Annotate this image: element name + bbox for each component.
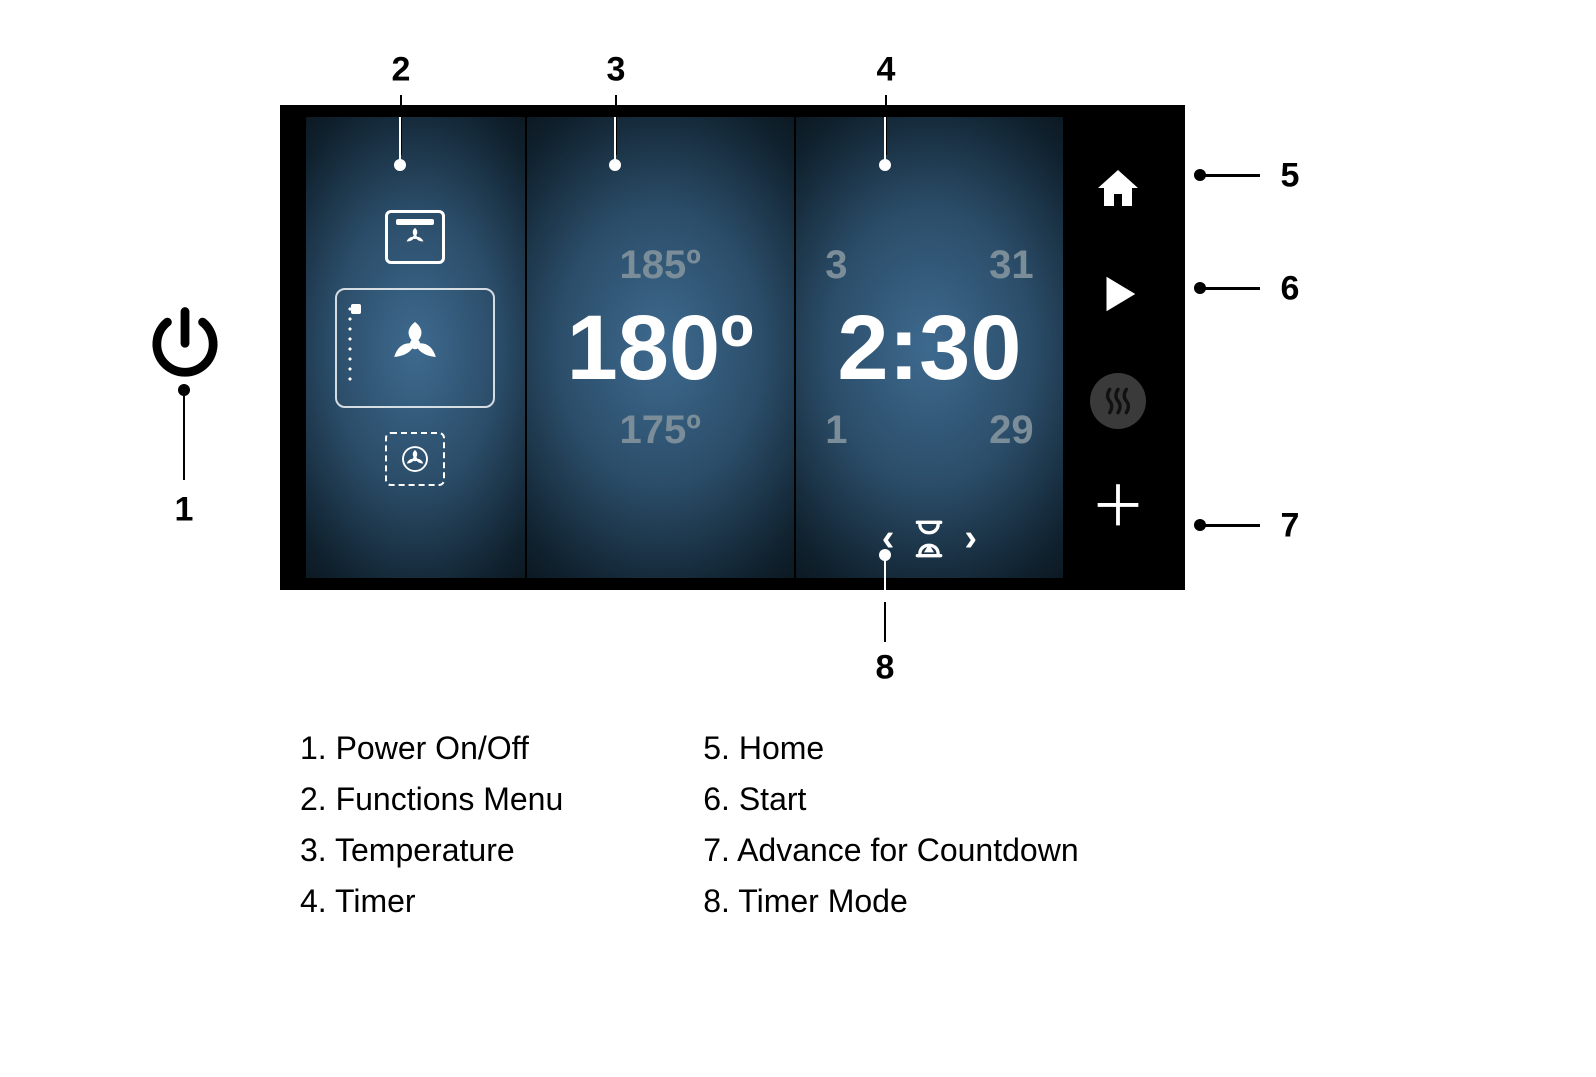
function-option-top-icon[interactable]: [385, 210, 445, 264]
callout-number-5: 5: [1281, 157, 1300, 196]
legend-col-2: 5. Home 6. Start 7. Advance for Countdow…: [703, 730, 1078, 934]
timer-mode-selector[interactable]: ‹ ›: [796, 517, 1063, 560]
play-icon: [1095, 271, 1141, 317]
timer-prev-hours: 3: [825, 243, 847, 288]
fan-icon: [402, 224, 428, 250]
function-option-selected-icon[interactable]: [335, 288, 495, 408]
legend-item: 1. Power On/Off: [300, 730, 563, 767]
oven-screen: 20:00: [280, 105, 1185, 590]
callout-number-7: 7: [1281, 507, 1300, 546]
callout-leader: [1200, 174, 1260, 177]
timer-prev-minutes: 31: [989, 243, 1034, 288]
legend-item: 3. Temperature: [300, 832, 563, 869]
legend-item: 6. Start: [703, 781, 1078, 818]
home-button[interactable]: [1090, 160, 1146, 216]
legend-item: 7. Advance for Countdown: [703, 832, 1078, 869]
callout-number-6: 6: [1281, 270, 1300, 309]
legend-item: 5. Home: [703, 730, 1078, 767]
callout-number-3: 3: [607, 51, 626, 90]
legend-item: 2. Functions Menu: [300, 781, 563, 818]
legend-col-1: 1. Power On/Off 2. Functions Menu 3. Tem…: [300, 730, 563, 934]
callout-leader: [884, 555, 886, 590]
callout-leader: [614, 117, 616, 165]
diagram-canvas: 20:00: [0, 0, 1596, 1077]
callout-number-1: 1: [175, 491, 194, 530]
screen-sidebar: ＋: [1063, 117, 1173, 578]
timer-next-row: 1 29: [825, 408, 1033, 453]
timer-next-hours: 1: [825, 408, 847, 453]
functions-picker[interactable]: [306, 117, 525, 578]
picker-area: 185º 180º 175º 3 31 2:30 1 29 ‹: [306, 117, 1063, 578]
timer-picker[interactable]: 3 31 2:30 1 29 ‹: [796, 117, 1063, 578]
home-icon: [1094, 164, 1142, 212]
timer-next-minutes: 29: [989, 408, 1034, 453]
fan-icon: [389, 318, 441, 370]
callout-number-4: 4: [877, 51, 896, 90]
timer-prev-row: 3 31: [825, 243, 1033, 288]
hourglass-icon: [912, 519, 946, 559]
callout-leader: [1200, 287, 1260, 290]
chevron-right-icon[interactable]: ›: [964, 517, 977, 560]
heat-waves-icon: [1098, 381, 1138, 421]
legend: 1. Power On/Off 2. Functions Menu 3. Tem…: [300, 730, 1079, 934]
temperature-current: 180º: [567, 302, 754, 394]
fan-circle-icon: [400, 444, 430, 474]
function-option-bottom-icon[interactable]: [385, 432, 445, 486]
callout-leader: [399, 117, 401, 165]
functions-column: [335, 210, 495, 486]
callout-leader: [884, 117, 886, 165]
temperature-prev: 185º: [620, 243, 701, 288]
advance-button[interactable]: ＋: [1090, 479, 1146, 535]
heat-indicator: [1090, 373, 1146, 429]
power-button[interactable]: [140, 300, 230, 390]
temperature-next: 175º: [620, 408, 701, 453]
legend-item: 8. Timer Mode: [703, 883, 1078, 920]
callout-leader: [183, 390, 185, 480]
legend-item: 4. Timer: [300, 883, 563, 920]
timer-current: 2:30: [837, 302, 1021, 394]
callout-leader: [1200, 524, 1260, 527]
power-icon: [141, 301, 229, 389]
plus-icon: ＋: [1090, 479, 1146, 535]
callout-leader: [884, 602, 886, 642]
start-button[interactable]: [1090, 266, 1146, 322]
callout-number-8: 8: [876, 649, 895, 688]
callout-number-2: 2: [392, 51, 411, 90]
temperature-picker[interactable]: 185º 180º 175º: [527, 117, 794, 578]
